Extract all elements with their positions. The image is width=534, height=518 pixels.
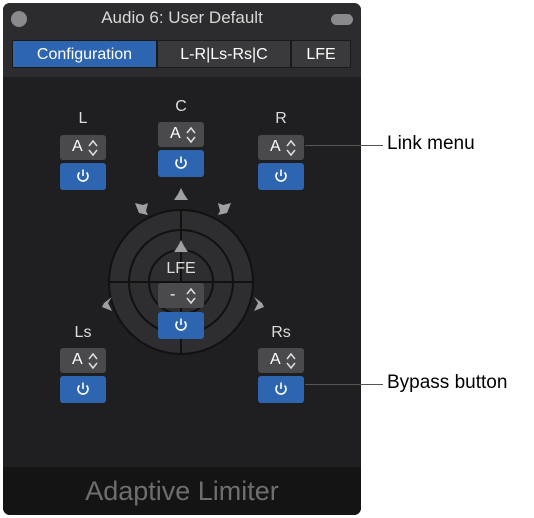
link-menu-c[interactable]: A (158, 122, 204, 147)
callout-bypass-button: Bypass button (387, 372, 508, 393)
up-down-chevron-icon (88, 139, 98, 157)
speaker-icon (174, 188, 188, 200)
window-title: Audio 6: User Default (101, 8, 263, 27)
link-value: A (72, 138, 83, 155)
link-menu-ls[interactable]: A (60, 348, 106, 373)
speaker-icon (102, 297, 112, 311)
up-down-chevron-icon (186, 126, 196, 144)
power-icon (175, 318, 187, 331)
plugin-name-footer: Adaptive Limiter (3, 467, 361, 515)
channel-label-rs: Rs (271, 324, 291, 341)
tab-configuration[interactable]: Configuration (12, 40, 157, 68)
link-value: A (72, 351, 83, 368)
link-value: A (270, 351, 281, 368)
callout-link-menu: Link menu (387, 133, 475, 154)
up-down-chevron-icon (186, 287, 196, 305)
channel-label-ls: Ls (74, 324, 92, 341)
bypass-button-l[interactable] (60, 163, 106, 190)
tab-l-r-ls-rs-c[interactable]: L-R|Ls-Rs|C (157, 40, 291, 68)
speaker-icon (254, 297, 264, 311)
link-menu-lfe[interactable]: - (158, 283, 204, 308)
up-down-chevron-icon (286, 139, 296, 157)
speaker-icon (218, 203, 231, 215)
power-icon (275, 382, 287, 395)
link-menu-r[interactable]: A (258, 135, 304, 160)
tab-lfe[interactable]: LFE (291, 40, 351, 68)
link-value: A (270, 138, 281, 155)
speaker-icon (135, 203, 148, 215)
bypass-button-lfe[interactable] (158, 312, 204, 339)
up-down-chevron-icon (286, 352, 296, 370)
channel-label-r: R (275, 110, 287, 127)
title-bar: Audio 6: User Default (3, 3, 361, 37)
callout-line-bypass-button (305, 384, 383, 385)
link-value: - (170, 286, 176, 303)
tab-bar: Configuration L-R|Ls-Rs|C LFE (3, 37, 361, 77)
channel-label-lfe: LFE (166, 260, 196, 277)
configuration-panel: L A C A R A LFE - Ls A Rs A (3, 77, 361, 467)
bypass-button-ls[interactable] (60, 376, 106, 403)
channel-label-l: L (78, 110, 88, 127)
power-icon (175, 156, 187, 169)
bypass-button-r[interactable] (258, 163, 304, 190)
up-down-chevron-icon (88, 352, 98, 370)
bypass-button-c[interactable] (158, 150, 204, 177)
power-icon (275, 169, 287, 182)
close-dot-icon[interactable] (11, 11, 27, 27)
plugin-window: Audio 6: User Default Configuration L-R|… (3, 3, 361, 515)
link-menu-l[interactable]: A (60, 135, 106, 160)
speaker-icon (174, 240, 188, 252)
channel-label-c: C (175, 98, 187, 115)
link-menu-rs[interactable]: A (258, 348, 304, 373)
callout-line-link-menu (305, 145, 383, 146)
power-icon (77, 382, 89, 395)
zoom-pill-icon[interactable] (331, 14, 353, 25)
power-icon (77, 169, 89, 182)
link-value: A (170, 125, 181, 142)
bypass-button-rs[interactable] (258, 376, 304, 403)
